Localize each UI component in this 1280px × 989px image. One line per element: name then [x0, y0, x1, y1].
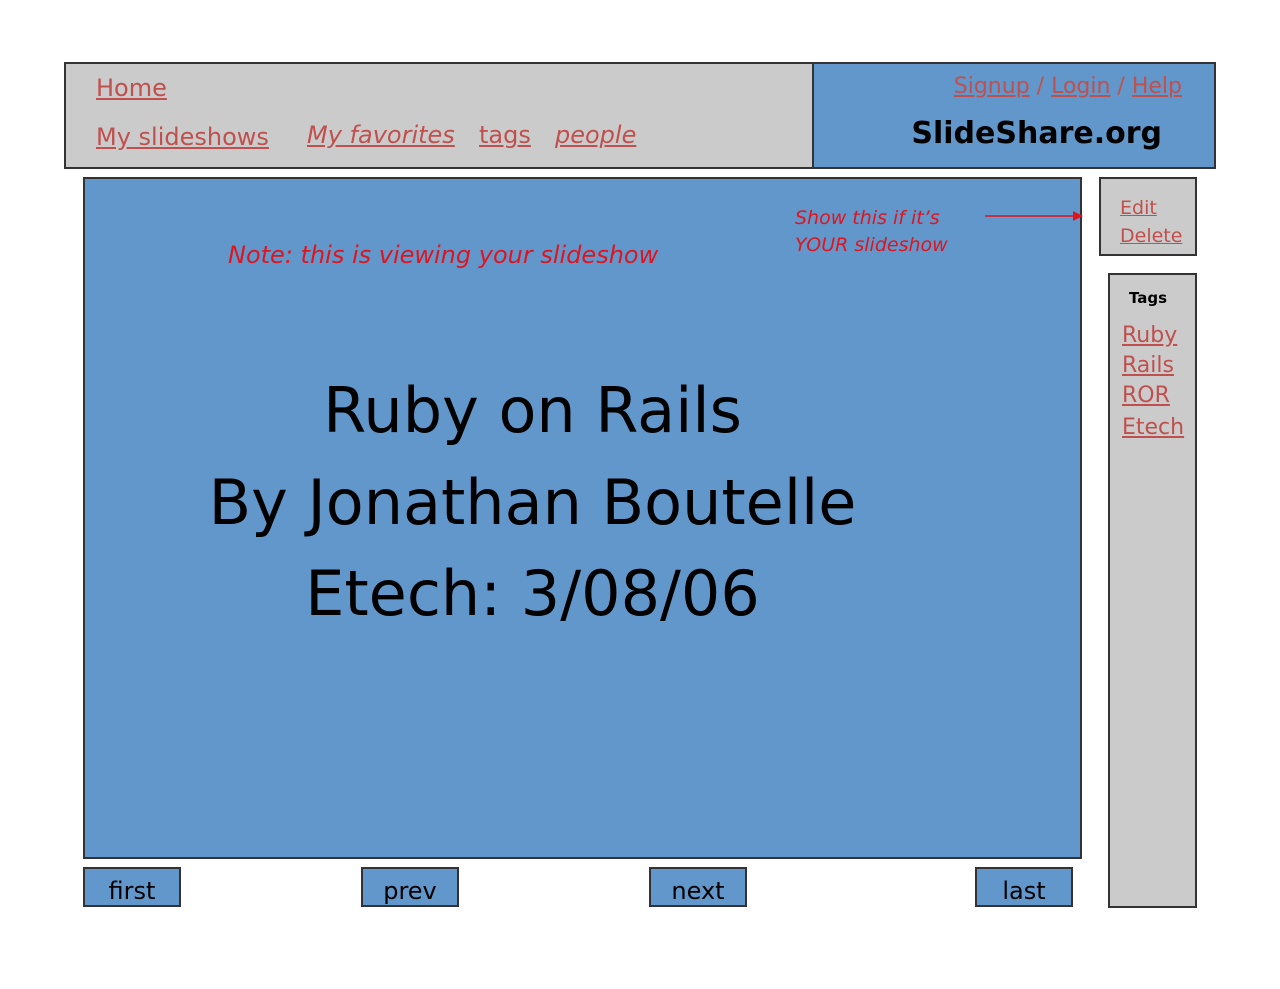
login-link[interactable]: Login	[1051, 74, 1110, 99]
nav-people-link[interactable]: people	[555, 121, 636, 149]
slide-title: Ruby on Rails	[323, 374, 742, 447]
viewing-note: Note: this is viewing your slideshow	[228, 241, 659, 269]
nav-my-slideshows-link[interactable]: My slideshows	[96, 123, 269, 151]
tags-panel: Tags Ruby Rails ROR Etech	[1108, 273, 1197, 908]
auth-links: Signup / Login / Help	[954, 74, 1182, 99]
edit-link[interactable]: Edit	[1120, 197, 1157, 219]
annotation-arrow-icon	[985, 211, 1083, 221]
tag-link[interactable]: Ruby	[1122, 323, 1177, 348]
tag-link[interactable]: Etech	[1122, 415, 1184, 440]
owner-note-line1: Show this if it’s	[795, 207, 940, 229]
owner-actions-panel: Edit Delete	[1099, 177, 1197, 256]
last-slide-button[interactable]: last	[975, 867, 1073, 907]
signup-link[interactable]: Signup	[954, 74, 1030, 99]
first-slide-button[interactable]: first	[83, 867, 181, 907]
help-link[interactable]: Help	[1132, 74, 1182, 99]
slide-viewer: Note: this is viewing your slideshow Sho…	[83, 177, 1082, 859]
nav-tags-link[interactable]: tags	[479, 121, 531, 149]
nav-home-link[interactable]: Home	[96, 74, 167, 102]
slide-author: By Jonathan Boutelle	[208, 466, 857, 539]
header-brand-panel: Signup / Login / Help SlideShare.org	[812, 62, 1216, 169]
auth-separator: /	[1029, 74, 1052, 99]
header-nav-panel: Home My slideshows My favorites tags peo…	[64, 62, 814, 169]
tags-heading: Tags	[1129, 289, 1168, 307]
nav-my-favorites-link[interactable]: My favorites	[307, 121, 455, 149]
owner-note-line2: YOUR slideshow	[795, 234, 948, 256]
tag-link[interactable]: ROR	[1122, 383, 1170, 408]
tag-link[interactable]: Rails	[1122, 353, 1174, 378]
prev-slide-button[interactable]: prev	[361, 867, 459, 907]
next-slide-button[interactable]: next	[649, 867, 747, 907]
delete-link[interactable]: Delete	[1120, 225, 1182, 247]
site-title: SlideShare.org	[911, 116, 1162, 151]
slide-event-date: Etech: 3/08/06	[305, 557, 760, 630]
auth-separator: /	[1110, 74, 1132, 99]
